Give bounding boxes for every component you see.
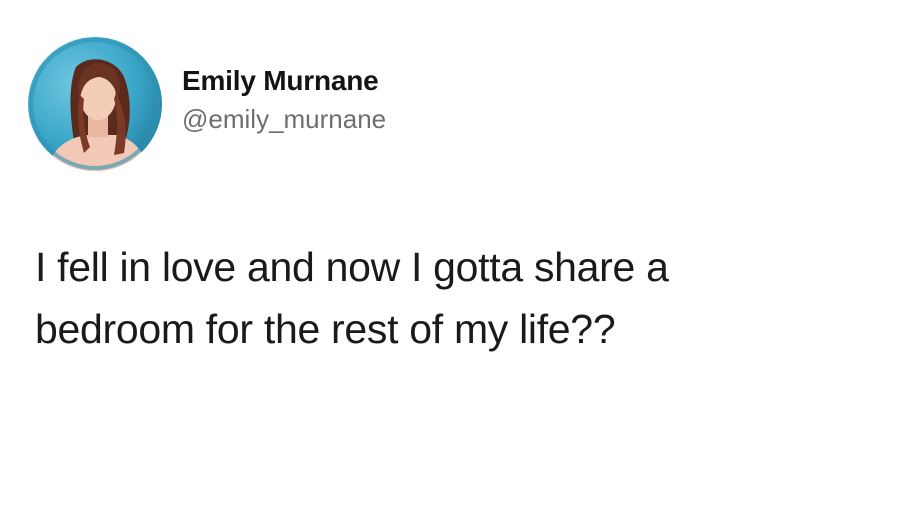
author-handle[interactable]: @emily_murnane [182,102,386,136]
author-display-name[interactable]: Emily Murnane [182,64,386,98]
tweet-text-line: bedroom for the rest of my life?? [35,306,616,352]
tweet-text-line: I fell in love and now I gotta share a [35,244,669,290]
tweet-text: I fell in love and now I gotta share a b… [35,236,875,360]
tweet-card: Emily Murnane @emily_murnane I fell in l… [0,0,900,526]
avatar-photo-icon [28,37,162,171]
author-identity: Emily Murnane @emily_murnane [182,64,386,136]
avatar[interactable] [28,37,162,171]
tweet-header: Emily Murnane @emily_murnane [28,37,386,171]
